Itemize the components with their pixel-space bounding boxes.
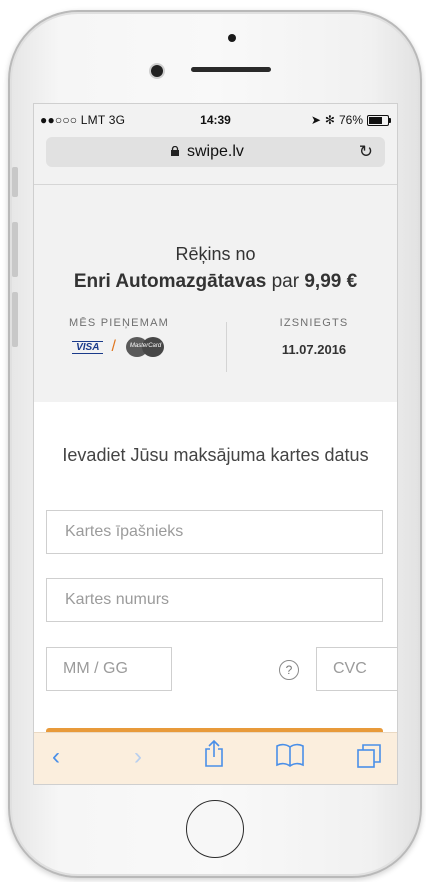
battery-icon (367, 114, 391, 126)
invoice-amount: 9,99 € (304, 271, 358, 292)
reload-icon[interactable]: ↻ (359, 142, 373, 162)
battery-percent: 76% (338, 113, 363, 127)
bluetooth-icon: ✻ (324, 113, 335, 127)
volume-down-button (12, 292, 18, 347)
issued-info: IZSNIEGTS 11.07.2016 (229, 317, 397, 357)
separator: / (111, 338, 116, 355)
card-number-input[interactable] (47, 579, 382, 621)
address-bar[interactable]: swipe.lv ↻ (46, 137, 385, 167)
invoice-meta: MĒS PIEŅEMAM VISA / MasterCard IZSNIEGTS… (34, 317, 397, 377)
browser-toolbar: ‹ › (34, 732, 397, 784)
expiry-input[interactable] (47, 648, 171, 690)
card-logos: VISA / MasterCard (34, 337, 204, 357)
volume-up-button (12, 222, 18, 277)
lock-icon (171, 146, 179, 156)
back-icon[interactable]: ‹ (52, 743, 60, 771)
card-number-field[interactable] (46, 578, 383, 622)
help-icon[interactable]: ? (279, 660, 299, 680)
cvc-field[interactable] (316, 647, 397, 691)
forward-icon[interactable]: › (134, 743, 142, 771)
front-camera (151, 65, 163, 77)
status-right: ➤ ✻ 76% (310, 113, 391, 127)
front-sensor (228, 34, 236, 42)
accepted-cards: MĒS PIEŅEMAM VISA / MasterCard (34, 317, 204, 357)
share-icon[interactable] (204, 739, 224, 774)
mastercard-logo: MasterCard (124, 337, 166, 357)
bookmarks-icon[interactable] (275, 743, 305, 774)
form-title: Ievadiet Jūsu maksājuma kartes datus (62, 445, 369, 465)
issued-date: 11.07.2016 (281, 342, 347, 357)
earpiece-speaker (191, 67, 271, 72)
accepted-label: MĒS PIEŅEMAM (69, 317, 169, 329)
meta-divider (226, 322, 227, 372)
tabs-icon[interactable] (356, 743, 382, 776)
home-button[interactable] (186, 800, 244, 858)
cvc-input[interactable] (317, 648, 397, 690)
cardholder-field[interactable] (46, 510, 383, 554)
invoice-header: Rēķins no Enri Automazgātavas par 9,99 € (34, 244, 397, 293)
invoice-summary: Enri Automazgātavas par 9,99 € (34, 271, 397, 293)
screen: ●●○○○ LMT 3G 14:39 ➤ ✻ 76% swipe.lv ↻ Rē… (33, 103, 398, 785)
expiry-field[interactable] (46, 647, 172, 691)
divider (34, 184, 397, 185)
status-bar: ●●○○○ LMT 3G 14:39 ➤ ✻ 76% (34, 104, 397, 134)
merchant-name: Enri Automazgātavas (73, 271, 267, 292)
url-host: swipe.lv (187, 143, 244, 160)
visa-logo: VISA (72, 340, 104, 354)
invoice-title: Rēķins no (175, 244, 256, 264)
issued-label: IZSNIEGTS (279, 317, 349, 329)
invoice-par: par (271, 271, 300, 292)
cardholder-input[interactable] (47, 511, 382, 553)
mute-switch (12, 167, 18, 197)
location-icon: ➤ (310, 113, 321, 127)
